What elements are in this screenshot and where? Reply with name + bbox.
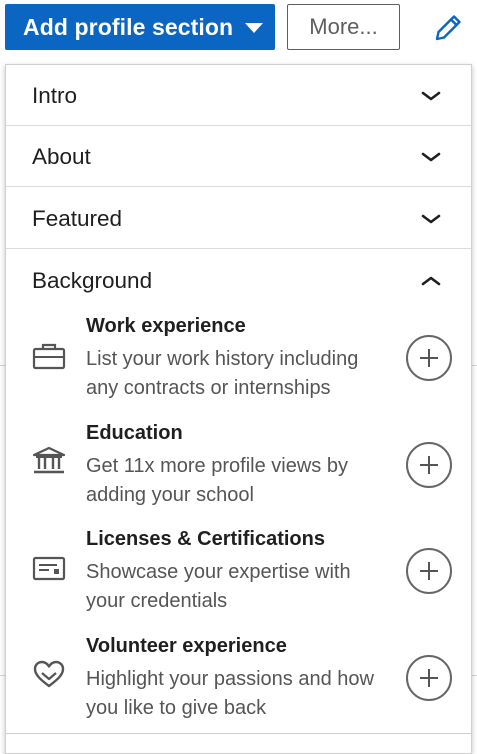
add-volunteer-experience-button[interactable] xyxy=(406,655,452,701)
more-button-label: More... xyxy=(309,14,378,39)
dropdown-bottom-divider xyxy=(6,733,471,734)
section-about[interactable]: About xyxy=(6,126,471,187)
background-item-education[interactable]: Education Get 11x more profile views by … xyxy=(6,422,471,527)
chevron-up-icon xyxy=(421,276,441,286)
add-licenses-certifications-button[interactable] xyxy=(406,548,452,594)
heart-hands-icon xyxy=(33,660,65,688)
section-featured[interactable]: Featured xyxy=(6,188,471,249)
add-profile-section-label: Add profile section xyxy=(23,13,234,40)
item-title: Education xyxy=(86,422,183,444)
item-title: Volunteer experience xyxy=(86,635,287,657)
section-label: About xyxy=(32,144,91,169)
certificate-icon xyxy=(32,556,66,581)
add-section-dropdown: Intro About Featured Background Work exp… xyxy=(5,64,472,754)
item-description: Highlight your passions and how you like… xyxy=(86,668,374,719)
background-item-volunteer-experience[interactable]: Volunteer experience Highlight your pass… xyxy=(6,635,471,740)
item-title: Licenses & Certifications xyxy=(86,528,325,550)
section-label: Background xyxy=(32,268,153,293)
item-description: Showcase your expertise with your creden… xyxy=(86,561,351,612)
section-label: Intro xyxy=(32,83,78,108)
add-education-button[interactable] xyxy=(406,442,452,488)
pencil-icon[interactable] xyxy=(430,10,466,46)
more-button[interactable]: More... xyxy=(287,4,400,50)
section-background[interactable]: Background xyxy=(6,250,471,312)
item-title: Work experience xyxy=(86,315,246,337)
add-profile-section-button[interactable]: Add profile section xyxy=(5,4,275,50)
section-label: Featured xyxy=(32,206,123,231)
add-work-experience-button[interactable] xyxy=(406,335,452,381)
chevron-down-icon xyxy=(421,152,441,162)
caret-down-icon xyxy=(245,23,264,33)
background-divider xyxy=(472,365,477,366)
chevron-down-icon xyxy=(421,91,441,101)
item-description: List your work history including any con… xyxy=(86,348,359,399)
background-divider xyxy=(472,675,477,676)
background-item-work-experience[interactable]: Work experience List your work history i… xyxy=(6,315,471,420)
item-description: Get 11x more profile views by adding you… xyxy=(86,455,348,506)
school-building-icon xyxy=(32,446,66,474)
chevron-down-icon xyxy=(421,214,441,224)
background-item-licenses-certifications[interactable]: Licenses & Certifications Showcase your … xyxy=(6,528,471,633)
section-intro[interactable]: Intro xyxy=(6,65,471,126)
briefcase-icon xyxy=(32,343,66,370)
profile-toolbar: Add profile section More... xyxy=(0,0,477,58)
